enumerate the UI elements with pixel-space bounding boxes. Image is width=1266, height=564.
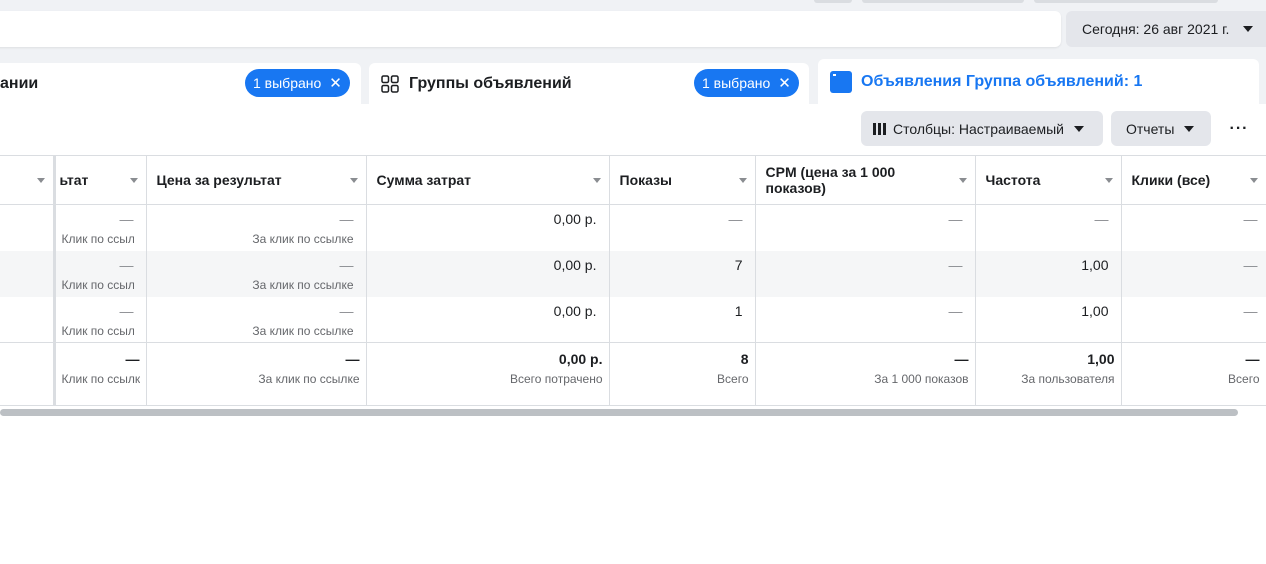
tab-campaigns[interactable]: ании 1 выбрано ✕ [0, 63, 361, 104]
columns-button[interactable]: Столбцы: Настраиваемый [861, 111, 1103, 146]
search-filter-bar[interactable] [0, 11, 1061, 47]
table-cell [0, 342, 56, 406]
column-header[interactable]: Сумма затрат [366, 155, 610, 205]
table-cell: 8 Всего [609, 342, 756, 406]
table-cell: — [1121, 250, 1266, 297]
sort-icon[interactable] [1249, 178, 1258, 183]
table-row[interactable]: —Клик по ссылке —За клик по ссылке 0,00 … [0, 204, 1266, 251]
ads-table: ьтат Цена за результат Сумма затрат Пока… [0, 155, 1266, 406]
sort-icon[interactable] [129, 178, 138, 183]
column-header[interactable]: ьтат [54, 155, 147, 205]
tab-label: Объявления Группа объявлений: 1 [861, 72, 1143, 90]
table-cell: — За 1 000 показов [755, 342, 976, 406]
table-row[interactable]: —Клик по ссылке —За клик по ссылке 0,00 … [0, 296, 1266, 343]
top-toolbar-stub[interactable] [1034, 0, 1218, 3]
selected-badge[interactable]: 1 выбрано ✕ [245, 69, 350, 97]
tab-ads[interactable]: Объявления Группа объявлений: 1 [818, 59, 1259, 104]
columns-icon [873, 122, 886, 135]
sort-icon[interactable] [738, 178, 747, 183]
close-icon[interactable]: ✕ [778, 76, 791, 91]
more-options-icon[interactable]: ··· [1225, 117, 1253, 141]
table-cell: 0,00 р. [366, 250, 610, 297]
table-cell: — [755, 296, 976, 343]
chevron-down-icon [1184, 125, 1195, 132]
sort-icon[interactable] [349, 178, 358, 183]
table-cell: — [755, 204, 976, 251]
close-icon[interactable]: ✕ [329, 76, 342, 91]
selected-badge-label: 1 выбрано [702, 75, 771, 91]
reports-button[interactable]: Отчеты [1111, 111, 1211, 146]
table-cell: — [755, 250, 976, 297]
column-header[interactable]: CPM (цена за 1 000 показов) [755, 155, 976, 205]
horizontal-scrollbar[interactable] [0, 409, 1238, 416]
chevron-down-icon [1243, 26, 1254, 32]
grid-icon [381, 74, 399, 93]
table-cell: — За клик по ссылке [146, 204, 367, 251]
column-header[interactable]: Клики (все) [1121, 155, 1266, 205]
table-row[interactable]: —Клик по ссылке —За клик по ссылке 0,00 … [0, 250, 1266, 297]
table-cell [0, 296, 56, 343]
totals-row: — Клик по ссылке — За клик по ссылке 0,00 … [0, 342, 1266, 406]
selected-badge-label: 1 выбрано [253, 75, 322, 91]
columns-button-label: Столбцы: Настраиваемый [893, 120, 1064, 137]
date-range-picker[interactable]: Сегодня: 26 авг 2021 г. [1066, 11, 1266, 47]
chevron-down-icon [1073, 125, 1084, 132]
table-cell: —Клик по ссылке [54, 250, 147, 297]
tab-label: ании [0, 74, 39, 92]
table-cell: 0,00 р. Всего потрачено [366, 342, 610, 406]
selected-badge[interactable]: 1 выбрано ✕ [694, 69, 799, 97]
table-cell [0, 250, 56, 297]
sort-icon[interactable] [958, 178, 967, 183]
date-range-label: Сегодня: 26 авг 2021 г. [1082, 21, 1230, 37]
tab-label: Группы объявлений [409, 74, 572, 92]
table-cell: — [1121, 204, 1266, 251]
table-cell: 0,00 р. [366, 204, 610, 251]
table-cell: 1 [609, 296, 756, 343]
top-toolbar-stub[interactable] [862, 0, 1024, 3]
sort-icon[interactable] [1104, 178, 1113, 183]
table-cell: 0,00 р. [366, 296, 610, 343]
table-cell: — Всего [1121, 342, 1266, 406]
table-cell: — [1121, 296, 1266, 343]
table-cell: — За клик по ссылке [146, 250, 367, 297]
column-header[interactable]: Частота [975, 155, 1122, 205]
table-cell: —Клик по ссылке [54, 204, 147, 251]
table-header-row: ьтат Цена за результат Сумма затрат Пока… [0, 155, 1266, 205]
ads-manager: Сегодня: 26 авг 2021 г. ании 1 выбрано ✕… [0, 0, 1266, 564]
column-header[interactable]: Цена за результат [146, 155, 367, 205]
table-cell: — [975, 204, 1122, 251]
table-cell: — [609, 204, 756, 251]
table-cell [0, 204, 56, 251]
reports-button-label: Отчеты [1126, 120, 1175, 137]
sort-icon[interactable] [592, 178, 601, 183]
sort-icon[interactable] [36, 178, 45, 183]
table-cell: 1,00 За пользователя [975, 342, 1122, 406]
table-cell: 7 [609, 250, 756, 297]
table-cell: —Клик по ссылке [54, 342, 147, 406]
ad-icon [830, 70, 852, 93]
top-toolbar-stub[interactable] [814, 0, 852, 3]
table-cell: 1,00 [975, 296, 1122, 343]
table-cell: — За клик по ссылке [146, 342, 367, 406]
tab-ad-sets[interactable]: Группы объявлений 1 выбрано ✕ [369, 63, 809, 104]
table-cell: —Клик по ссылке [54, 296, 147, 343]
column-header[interactable]: Показы [609, 155, 756, 205]
table-cell: 1,00 [975, 250, 1122, 297]
column-header[interactable] [0, 155, 56, 205]
table-cell: — За клик по ссылке [146, 296, 367, 343]
